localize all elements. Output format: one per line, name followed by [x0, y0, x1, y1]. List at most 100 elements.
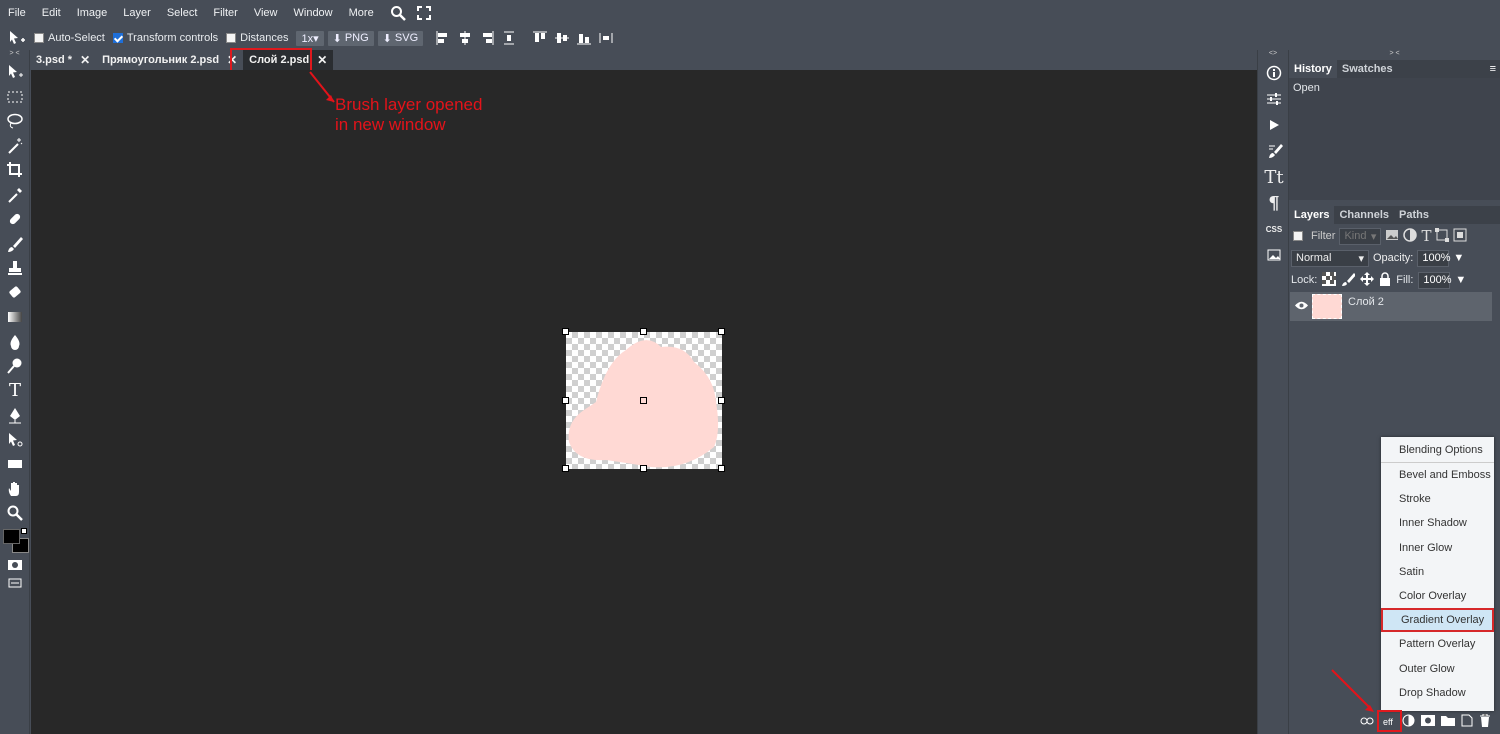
export-png-button[interactable]: ⬇ PNG	[327, 30, 374, 46]
transform-handle[interactable]	[718, 397, 725, 404]
document-canvas[interactable]	[562, 328, 725, 472]
filter-shape-icon[interactable]	[1435, 227, 1450, 245]
distribute-h-icon[interactable]	[501, 30, 517, 46]
swap-colors-icon[interactable]	[21, 527, 27, 534]
new-layer-icon[interactable]	[1461, 714, 1473, 730]
stamp-tool-icon[interactable]	[0, 256, 30, 281]
transform-handle[interactable]	[640, 328, 647, 335]
tab-swatches[interactable]: Swatches	[1337, 60, 1398, 78]
opacity-dropdown-icon[interactable]: ▼	[1453, 252, 1464, 264]
screen-mode-icon[interactable]	[0, 574, 30, 592]
history-item[interactable]: Open	[1289, 78, 1500, 98]
fx-pattern-overlay[interactable]: Pattern Overlay	[1381, 632, 1494, 656]
eye-icon[interactable]	[1290, 301, 1312, 313]
magic-wand-tool-icon[interactable]	[0, 134, 30, 159]
lock-all-icon[interactable]	[1379, 271, 1391, 289]
menu-layer[interactable]: Layer	[115, 0, 159, 26]
menu-window[interactable]: Window	[286, 0, 341, 26]
align-middle-icon[interactable]	[554, 30, 570, 46]
healing-brush-tool-icon[interactable]	[0, 207, 30, 232]
fx-stroke[interactable]: Stroke	[1381, 487, 1494, 511]
paragraph-icon[interactable]: ¶	[1258, 190, 1290, 216]
transform-handle[interactable]	[562, 328, 569, 335]
menu-file[interactable]: File	[0, 0, 34, 26]
align-right-icon[interactable]	[479, 30, 495, 46]
image-icon[interactable]	[1258, 242, 1290, 268]
fx-blending-options[interactable]: Blending Options	[1381, 437, 1494, 463]
lasso-tool-icon[interactable]	[0, 109, 30, 134]
transform-handle[interactable]	[562, 397, 569, 404]
fx-gradient-overlay[interactable]: Gradient Overlay	[1381, 608, 1494, 633]
fx-inner-glow[interactable]: Inner Glow	[1381, 536, 1494, 560]
close-icon[interactable]: ✕	[317, 53, 327, 67]
panel-scrollbar[interactable]	[1489, 64, 1497, 134]
fill-input[interactable]: 100%	[1418, 271, 1452, 289]
export-svg-button[interactable]: ⬇ SVG	[377, 30, 424, 46]
fx-inner-shadow[interactable]: Inner Shadow	[1381, 511, 1494, 535]
brush-settings-icon[interactable]	[1258, 138, 1290, 164]
tab-3-psd[interactable]: 3.psd * ✕	[30, 50, 96, 70]
auto-select-checkbox[interactable]: Auto-Select	[34, 32, 105, 44]
tab-channels[interactable]: Channels	[1334, 206, 1394, 224]
fullscreen-icon[interactable]	[414, 3, 434, 23]
trash-icon[interactable]	[1479, 713, 1491, 730]
crop-tool-icon[interactable]	[0, 158, 30, 183]
transform-controls-checkbox[interactable]: Transform controls	[112, 32, 218, 44]
fx-drop-shadow[interactable]: Drop Shadow	[1381, 681, 1494, 705]
mask-icon[interactable]	[1420, 715, 1435, 729]
dodge-tool-icon[interactable]	[0, 354, 30, 379]
menu-more[interactable]: More	[341, 0, 382, 26]
layer-name[interactable]: Слой 2	[1348, 296, 1384, 308]
rectangle-tool-icon[interactable]	[0, 452, 30, 477]
transform-handle[interactable]	[718, 465, 725, 472]
tab-history[interactable]: History	[1289, 60, 1337, 78]
menu-filter[interactable]: Filter	[205, 0, 245, 26]
tab-paths[interactable]: Paths	[1394, 206, 1434, 224]
zoom-tool-icon[interactable]	[0, 501, 30, 526]
gradient-tool-icon[interactable]	[0, 305, 30, 330]
menu-view[interactable]: View	[246, 0, 286, 26]
transform-handle[interactable]	[718, 328, 725, 335]
filter-smart-object-icon[interactable]	[1453, 228, 1467, 245]
eyedropper-tool-icon[interactable]	[0, 183, 30, 208]
play-actions-icon[interactable]	[1258, 112, 1290, 138]
brush-tool-icon[interactable]	[0, 232, 30, 257]
fx-color-overlay[interactable]: Color Overlay	[1381, 584, 1494, 608]
menu-edit[interactable]: Edit	[34, 0, 69, 26]
marquee-tool-icon[interactable]	[0, 85, 30, 110]
transform-center-point[interactable]	[640, 397, 647, 404]
lock-transparency-icon[interactable]	[1322, 271, 1337, 289]
adjustments-icon[interactable]	[1258, 86, 1290, 112]
eraser-tool-icon[interactable]	[0, 281, 30, 306]
pen-tool-icon[interactable]	[0, 403, 30, 428]
tab-rectangle-2-psd[interactable]: Прямоугольник 2.psd ✕	[96, 50, 243, 70]
info-icon[interactable]	[1258, 60, 1290, 86]
opacity-input[interactable]: 100%	[1417, 249, 1451, 267]
panel-collapse-toggle[interactable]: <>	[1258, 50, 1288, 60]
distribute-v-icon[interactable]	[598, 30, 614, 46]
transform-handle[interactable]	[640, 465, 647, 472]
search-icon[interactable]	[388, 3, 408, 23]
filter-checkbox[interactable]	[1293, 231, 1303, 241]
tab-layers[interactable]: Layers	[1289, 206, 1335, 224]
transform-handle[interactable]	[562, 465, 569, 472]
move-tool-icon[interactable]	[0, 60, 30, 85]
menu-image[interactable]: Image	[69, 0, 116, 26]
align-left-icon[interactable]	[435, 30, 451, 46]
css-icon[interactable]: CSS	[1258, 216, 1290, 242]
quick-mask-icon[interactable]	[0, 556, 30, 574]
close-icon[interactable]: ✕	[80, 53, 90, 67]
fill-dropdown-icon[interactable]: ▼	[1455, 274, 1466, 286]
align-bottom-icon[interactable]	[576, 30, 592, 46]
scale-dropdown[interactable]: 1x▾	[296, 30, 324, 46]
lock-pixels-icon[interactable]	[1341, 272, 1357, 289]
fx-outer-glow[interactable]: Outer Glow	[1381, 657, 1494, 681]
align-center-h-icon[interactable]	[457, 30, 473, 46]
foreground-color-swatch[interactable]	[3, 528, 20, 544]
tools-collapse-toggle[interactable]: > <	[0, 50, 29, 60]
type-tool-icon[interactable]: T	[0, 379, 30, 404]
path-selection-tool-icon[interactable]	[0, 428, 30, 453]
filter-type-icon[interactable]: T	[1421, 227, 1431, 245]
blur-tool-icon[interactable]	[0, 330, 30, 355]
color-swatches[interactable]	[0, 526, 29, 556]
